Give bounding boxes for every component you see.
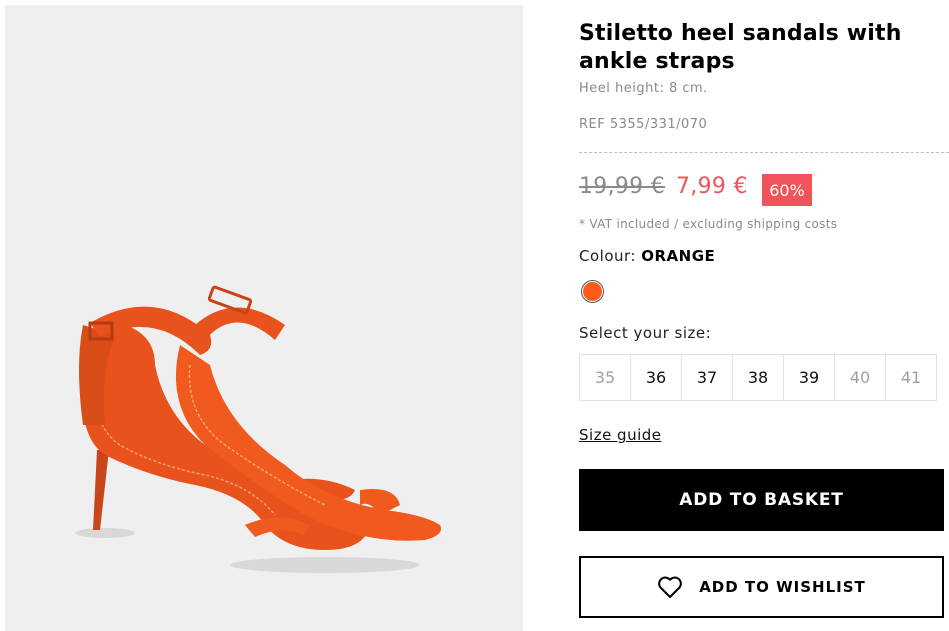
vat-note: * VAT included / excluding shipping cost…: [579, 217, 838, 231]
product-image[interactable]: [5, 5, 523, 631]
size-guide-link[interactable]: Size guide: [579, 426, 662, 444]
size-option[interactable]: 40: [835, 355, 886, 400]
old-price: 19,99 €: [579, 174, 666, 199]
size-option[interactable]: 38: [733, 355, 784, 400]
product-ref: REF 5355/331/070: [579, 117, 708, 132]
add-to-basket-button[interactable]: ADD TO BASKET: [579, 469, 944, 531]
colour-label-text: Colour:: [579, 247, 636, 265]
colour-label: Colour: ORANGE: [579, 247, 715, 265]
swatch-fill: [583, 282, 602, 301]
divider: [579, 152, 949, 153]
heel-height: Heel height: 8 cm.: [579, 81, 708, 96]
size-option[interactable]: 35: [580, 355, 631, 400]
heart-icon: [658, 576, 683, 598]
size-option[interactable]: 41: [886, 355, 936, 400]
wishlist-label: ADD TO WISHLIST: [699, 578, 866, 596]
discount-badge: 60%: [762, 174, 812, 206]
sale-price: 7,99 €: [676, 174, 748, 199]
size-option[interactable]: 37: [682, 355, 733, 400]
colour-swatch-orange[interactable]: [581, 280, 604, 303]
colour-value: ORANGE: [641, 247, 716, 265]
add-to-wishlist-button[interactable]: ADD TO WISHLIST: [579, 556, 944, 618]
size-label: Select your size:: [579, 324, 712, 342]
sandal-image: [75, 285, 441, 573]
product-title: Stiletto heel sandals with ankle straps: [579, 21, 902, 74]
size-selector: 35 36 37 38 39 40 41: [579, 354, 937, 401]
size-option[interactable]: 39: [784, 355, 835, 400]
size-option[interactable]: 36: [631, 355, 682, 400]
